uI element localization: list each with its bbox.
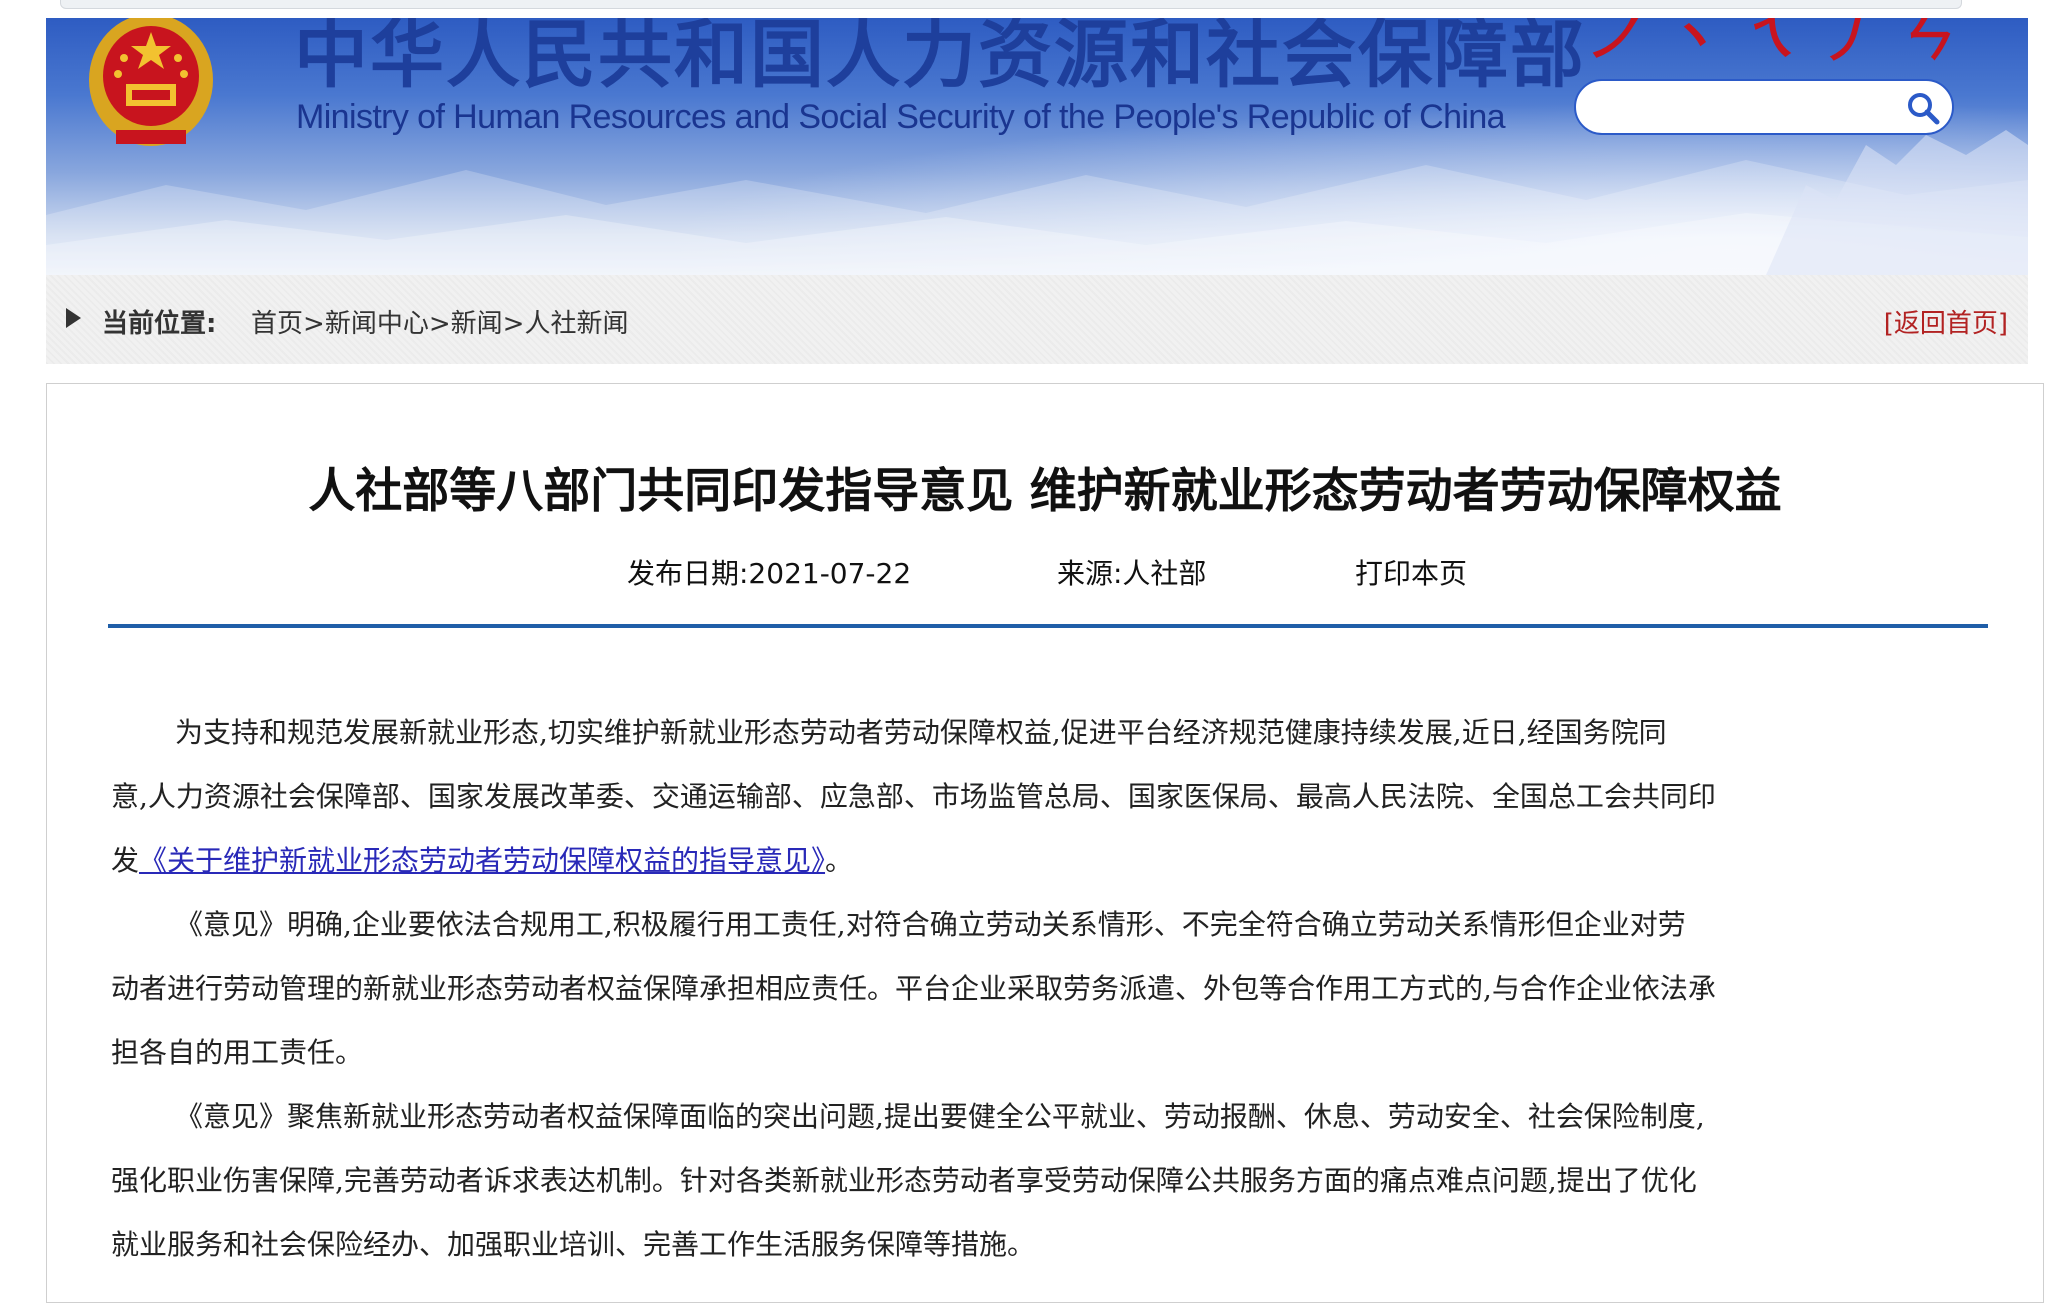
breadcrumb-separator: > <box>303 309 325 339</box>
paragraph-line: 《意见》聚焦新就业形态劳动者权益保障面临的突出问题,提出要健全公平就业、劳动报酬… <box>175 1100 1705 1133</box>
paragraph-line: 为支持和规范发展新就业形态,切实维护新就业形态劳动者劳动保障权益,促进平台经济规… <box>175 716 1667 749</box>
site-title: 中华人民共和国人力资源和社会保障部 <box>294 18 1586 98</box>
search-icon[interactable] <box>1906 91 1940 125</box>
paragraph-line: 发《关于维护新就业形态劳动者劳动保障权益的指导意见》。 <box>111 829 2011 893</box>
breadcrumb-separator: > <box>502 309 525 339</box>
article-panel: 人社部等八部门共同印发指导意见 维护新就业形态劳动者劳动保障权益 发布日期:20… <box>46 383 2044 1303</box>
breadcrumb-item-home[interactable]: 首页 <box>251 309 303 339</box>
paragraph-line: 意,人力资源社会保障部、国家发展改革委、交通运输部、应急部、市场监管总局、国家医… <box>111 780 1716 813</box>
mountain-silhouette <box>46 130 2028 275</box>
title-divider <box>108 624 1988 628</box>
guideline-document-link[interactable]: 《关于维护新就业形态劳动者劳动保障权益的指导意见》 <box>139 844 825 877</box>
article-body: 为支持和规范发展新就业形态,切实维护新就业形态劳动者劳动保障权益,促进平台经济规… <box>111 701 2011 1277</box>
breadcrumb: 首页>新闻中心>新闻>人社新闻 <box>251 303 628 340</box>
article-source: 来源:人社部 <box>1057 557 1207 590</box>
publish-date: 发布日期:2021-07-22 <box>627 557 912 590</box>
paragraph-text: 。 <box>825 844 854 877</box>
print-page-link[interactable]: 打印本页 <box>1355 552 1467 592</box>
breadcrumb-item-news[interactable]: 新闻 <box>451 309 503 339</box>
decorative-calligraphy: ノ丶ㄟ丿ㄣ <box>1586 18 1977 69</box>
search-input[interactable] <box>1574 79 1954 135</box>
breadcrumb-separator: > <box>428 309 451 339</box>
breadcrumb-item-news-center[interactable]: 新闻中心 <box>325 309 429 339</box>
paragraph-line: 强化职业伤害保障,完善劳动者诉求表达机制。针对各类新就业形态劳动者享受劳动保障公… <box>111 1164 1697 1197</box>
paragraph-line: 担各自的用工责任。 <box>111 1036 364 1069</box>
breadcrumb-bar: 当前位置: 首页>新闻中心>新闻>人社新闻 [返回首页] <box>46 275 2028 364</box>
article-title: 人社部等八部门共同印发指导意见 维护新就业形态劳动者劳动保障权益 <box>308 464 1782 519</box>
play-arrow-icon <box>66 308 81 328</box>
site-header-banner: 中华人民共和国人力资源和社会保障部 Ministry of Human Reso… <box>46 18 2028 275</box>
browser-chrome-edge <box>60 0 1962 9</box>
paragraph-text: 发 <box>111 844 140 877</box>
paragraph-line: 动者进行劳动管理的新就业形态劳动者权益保障承担相应责任。平台企业采取劳务派遣、外… <box>111 972 1716 1005</box>
breadcrumb-label: 当前位置: <box>102 309 217 339</box>
national-emblem-icon <box>89 18 213 146</box>
paragraph-line: 就业服务和社会保险经办、加强职业培训、完善工作生活服务保障等措施。 <box>111 1228 1036 1261</box>
breadcrumb-item-hrss-news[interactable]: 人社新闻 <box>524 309 628 339</box>
site-subtitle: Ministry of Human Resources and Social S… <box>296 98 1506 136</box>
back-home-link[interactable]: [返回首页] <box>1884 303 2008 340</box>
paragraph-line: 《意见》明确,企业要依法合规用工,积极履行用工责任,对符合确立劳动关系情形、不完… <box>175 908 1686 941</box>
